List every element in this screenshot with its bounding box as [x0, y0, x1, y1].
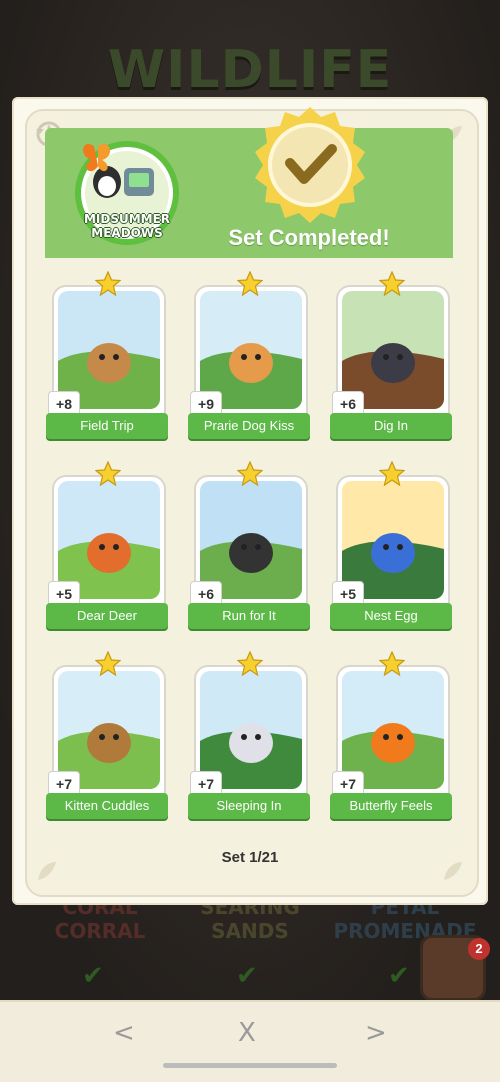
- collection-card[interactable]: +8 Field Trip: [46, 271, 168, 445]
- set-name: MIDSUMMER MEADOWS: [83, 212, 171, 240]
- star-icon: [379, 271, 405, 297]
- card-label: Dear Deer: [46, 603, 168, 629]
- check-icon: ✔: [388, 960, 410, 990]
- completed-seal-icon: [255, 107, 365, 223]
- star-icon: [379, 651, 405, 677]
- notification-badge: 2: [468, 938, 490, 960]
- previous-button[interactable]: <: [113, 1018, 135, 1048]
- star-icon: [95, 461, 121, 487]
- close-button[interactable]: X: [238, 1018, 256, 1048]
- collection-card[interactable]: +5 Nest Egg: [330, 461, 452, 635]
- collection-card[interactable]: +7 Kitten Cuddles: [46, 651, 168, 825]
- card-label: Field Trip: [46, 413, 168, 439]
- collection-card[interactable]: +9 Prarie Dog Kiss: [188, 271, 310, 445]
- star-icon: [95, 271, 121, 297]
- card-label: Nest Egg: [330, 603, 452, 629]
- set-completed-label: Set Completed!: [228, 225, 390, 250]
- collection-card[interactable]: +7 Sleeping In: [188, 651, 310, 825]
- album-title: WILDLIFE: [107, 40, 393, 100]
- star-icon: [237, 651, 263, 677]
- set-counter: Set 1/21: [221, 849, 279, 866]
- star-icon: [95, 651, 121, 677]
- star-icon: [237, 461, 263, 487]
- card-label: Sleeping In: [188, 793, 310, 819]
- card-label: Kitten Cuddles: [46, 793, 168, 819]
- star-icon: [379, 461, 405, 487]
- check-icon: ✔: [82, 960, 104, 990]
- collection-card[interactable]: +6 Dig In: [330, 271, 452, 445]
- star-icon: [237, 271, 263, 297]
- card-label: Prarie Dog Kiss: [188, 413, 310, 439]
- next-button[interactable]: >: [365, 1018, 387, 1048]
- collection-card[interactable]: +6 Run for It: [188, 461, 310, 635]
- collection-card[interactable]: +5 Dear Deer: [46, 461, 168, 635]
- collection-card[interactable]: +7 Butterfly Feels: [330, 651, 452, 825]
- card-label: Run for It: [188, 603, 310, 629]
- card-label: Dig In: [330, 413, 452, 439]
- card-label: Butterfly Feels: [330, 793, 452, 819]
- home-indicator: [163, 1063, 337, 1068]
- check-icon: ✔: [236, 960, 258, 990]
